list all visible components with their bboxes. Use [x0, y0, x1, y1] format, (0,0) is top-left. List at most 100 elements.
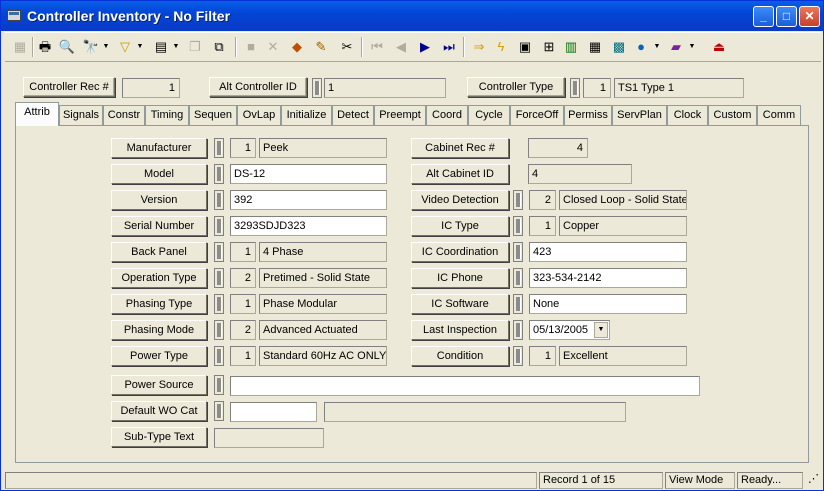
layers-icon[interactable]: ◆	[287, 36, 307, 58]
manufacturer-button[interactable]: Manufacturer	[111, 138, 207, 158]
tab-constr[interactable]: Constr	[103, 105, 145, 125]
tab-permiss[interactable]: Permiss	[564, 105, 612, 125]
tab-clock[interactable]: Clock	[667, 105, 708, 125]
form-dropdown-icon[interactable]: ▼	[172, 36, 180, 58]
ic-phone-field[interactable]: 323-534-2142	[529, 268, 687, 288]
tab-forceoff[interactable]: ForceOff	[510, 105, 564, 125]
first-record-icon[interactable]: ⏮	[367, 36, 387, 58]
ic-phone-grip[interactable]	[513, 268, 523, 288]
copy-icon[interactable]: ❐	[185, 36, 205, 58]
globe-dropdown-icon[interactable]: ▼	[653, 36, 661, 58]
maximize-button[interactable]: □	[776, 6, 797, 27]
default-wo-cat-button[interactable]: Default WO Cat	[111, 401, 207, 421]
edit-icon[interactable]: ✎	[311, 36, 331, 58]
serial-number-grip[interactable]	[214, 216, 224, 236]
alt-controller-id-button[interactable]: Alt Controller ID	[209, 77, 307, 97]
delete-icon[interactable]: ✕	[263, 36, 283, 58]
power-source-button[interactable]: Power Source	[111, 375, 207, 395]
ic-coordination-field[interactable]: 423	[529, 242, 687, 262]
ic-coordination-button[interactable]: IC Coordination	[411, 242, 509, 262]
model-button[interactable]: Model	[111, 164, 207, 184]
tab-attrib[interactable]: Attrib	[15, 102, 59, 126]
back-panel-grip[interactable]	[214, 242, 224, 262]
phasing-mode-grip[interactable]	[214, 320, 224, 340]
print-icon[interactable]: 🖶	[35, 36, 55, 58]
resize-grip-icon[interactable]: ⋰	[805, 472, 821, 489]
find-dropdown-icon[interactable]: ▼	[102, 36, 110, 58]
tab-coord[interactable]: Coord	[426, 105, 468, 125]
ic-software-button[interactable]: IC Software	[411, 294, 509, 314]
book-dropdown-icon[interactable]: ▼	[688, 36, 696, 58]
tab-timing[interactable]: Timing	[145, 105, 189, 125]
sub-type-text-button[interactable]: Sub-Type Text	[111, 427, 207, 447]
filter-dropdown-icon[interactable]: ▼	[136, 36, 144, 58]
version-field[interactable]: 392	[230, 190, 387, 210]
alt-controller-grip[interactable]	[312, 78, 322, 98]
phasing-type-button[interactable]: Phasing Type	[111, 294, 207, 314]
power-source-grip[interactable]	[214, 375, 224, 395]
power-source-field[interactable]	[230, 376, 700, 396]
power-type-button[interactable]: Power Type	[111, 346, 207, 366]
print-preview-icon[interactable]: 🔍	[57, 36, 77, 58]
tab-custom[interactable]: Custom	[708, 105, 757, 125]
ic-software-field[interactable]: None	[529, 294, 687, 314]
lightning-icon[interactable]: ϟ	[491, 36, 511, 58]
new-icon[interactable]: ▦	[10, 36, 30, 58]
version-button[interactable]: Version	[111, 190, 207, 210]
tab-comm[interactable]: Comm	[757, 105, 801, 125]
form-icon[interactable]: ▤	[151, 36, 171, 58]
ic-coordination-grip[interactable]	[513, 242, 523, 262]
operation-type-button[interactable]: Operation Type	[111, 268, 207, 288]
goto-icon[interactable]: ⇒	[469, 36, 489, 58]
serial-number-field[interactable]: 3293SDJD323	[230, 216, 387, 236]
alt-cabinet-id-button[interactable]: Alt Cabinet ID	[411, 164, 509, 184]
next-record-icon[interactable]: ▶	[415, 36, 435, 58]
condition-button[interactable]: Condition	[411, 346, 509, 366]
calculator-icon[interactable]: ▦	[585, 36, 605, 58]
last-record-icon[interactable]: ⏭	[439, 36, 459, 58]
video-detection-button[interactable]: Video Detection	[411, 190, 509, 210]
book-icon[interactable]: ▰	[666, 36, 686, 58]
tab-sequen[interactable]: Sequen	[189, 105, 237, 125]
operation-type-grip[interactable]	[214, 268, 224, 288]
phasing-mode-button[interactable]: Phasing Mode	[111, 320, 207, 340]
default-wo-cat-grip[interactable]	[214, 401, 224, 421]
back-panel-button[interactable]: Back Panel	[111, 242, 207, 262]
power-type-grip[interactable]	[214, 346, 224, 366]
filter-icon[interactable]: ▽	[115, 36, 135, 58]
cut-icon[interactable]: ✂	[337, 36, 357, 58]
condition-grip[interactable]	[513, 346, 523, 366]
find-icon[interactable]: 🔭	[81, 36, 101, 58]
tab-cycle[interactable]: Cycle	[468, 105, 510, 125]
tree-icon[interactable]: ⊞	[539, 36, 559, 58]
default-wo-cat-field[interactable]	[230, 402, 317, 422]
chart-icon[interactable]: ▥	[561, 36, 581, 58]
video-detection-grip[interactable]	[513, 190, 523, 210]
tab-initialize[interactable]: Initialize	[281, 105, 332, 125]
chevron-down-icon[interactable]: ▼	[594, 322, 608, 338]
exit-icon[interactable]: ⏏	[709, 36, 729, 58]
model-grip[interactable]	[214, 164, 224, 184]
controller-type-button[interactable]: Controller Type	[467, 77, 565, 97]
last-inspection-date[interactable]: 05/13/2005 ▼	[529, 320, 610, 340]
ic-type-grip[interactable]	[513, 216, 523, 236]
paste-icon[interactable]: ⧉	[209, 36, 229, 58]
ic-software-grip[interactable]	[513, 294, 523, 314]
save-icon[interactable]: ■	[241, 36, 261, 58]
last-inspection-button[interactable]: Last Inspection	[411, 320, 509, 340]
tab-servplan[interactable]: ServPlan	[612, 105, 667, 125]
controller-type-grip[interactable]	[570, 78, 580, 98]
cabinet-rec-button[interactable]: Cabinet Rec #	[411, 138, 509, 158]
manufacturer-grip[interactable]	[214, 138, 224, 158]
ic-type-button[interactable]: IC Type	[411, 216, 509, 236]
tab-signals[interactable]: Signals	[59, 105, 103, 125]
version-grip[interactable]	[214, 190, 224, 210]
map-icon[interactable]: ▣	[515, 36, 535, 58]
tab-preempt[interactable]: Preempt	[374, 105, 426, 125]
last-inspection-grip[interactable]	[513, 320, 523, 340]
tab-detect[interactable]: Detect	[332, 105, 374, 125]
model-field[interactable]: DS-12	[230, 164, 387, 184]
serial-number-button[interactable]: Serial Number	[111, 216, 207, 236]
minimize-button[interactable]: _	[753, 6, 774, 27]
prev-record-icon[interactable]: ◀	[391, 36, 411, 58]
